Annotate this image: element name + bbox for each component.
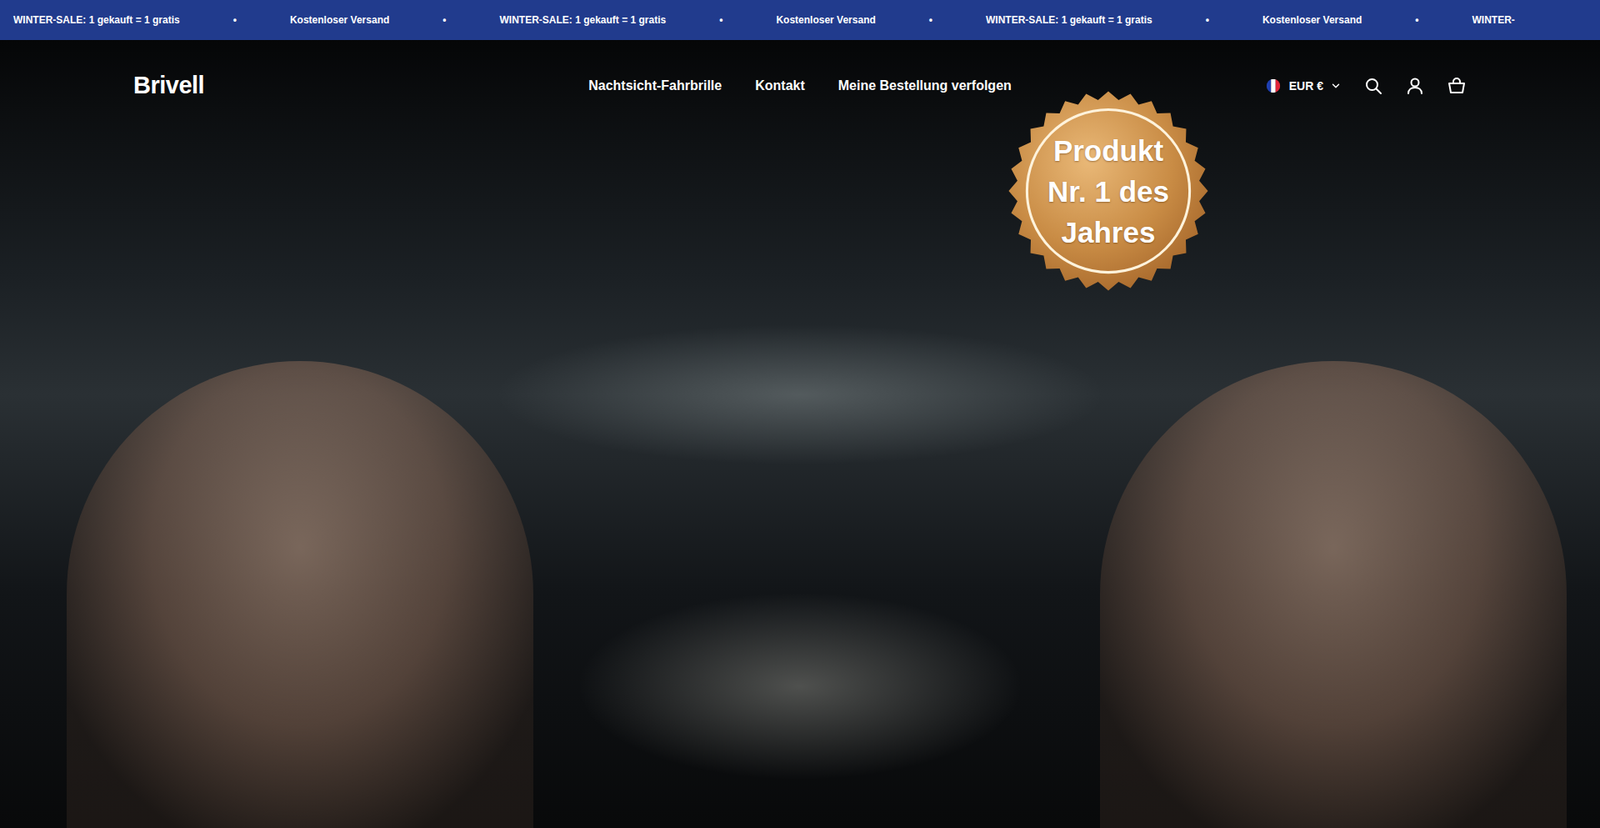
separator-dot: • bbox=[1205, 12, 1210, 28]
account-button[interactable] bbox=[1405, 75, 1425, 96]
nav-link-item[interactable]: Kontakt bbox=[755, 75, 805, 96]
basket-icon bbox=[1446, 75, 1467, 96]
badge-line: Produkt bbox=[1053, 130, 1164, 171]
award-badge: ProduktNr. 1 desJahres bbox=[1003, 89, 1214, 293]
cart-button[interactable] bbox=[1446, 75, 1467, 96]
badge-line: Nr. 1 des bbox=[1047, 170, 1170, 212]
separator-dot: • bbox=[233, 12, 237, 28]
header-inner: BrivellNachtsicht-Fahrbrille Kontakt Meine… bbox=[133, 40, 1467, 132]
hero-person bbox=[1100, 360, 1567, 828]
nav-link-item[interactable]: Meine Bestellung verfolgen bbox=[838, 75, 1012, 96]
hero-image: BrivellNachtsicht-Fahrbrille Kontakt Meine… bbox=[0, 40, 1600, 828]
user-icon bbox=[1405, 75, 1425, 96]
currency-label: EUR € bbox=[1289, 77, 1324, 95]
france-flag-icon bbox=[1264, 76, 1283, 95]
logo[interactable]: Brivell bbox=[133, 67, 589, 105]
separator-dot: • bbox=[1415, 12, 1419, 28]
announcement-track: WINTER-SALE: 1 gekauft = 1 gratis • Kosten… bbox=[0, 0, 1600, 40]
separator-dot: • bbox=[442, 12, 446, 28]
nav-link-item[interactable]: Nachtsicht-Fahrbrille bbox=[588, 75, 722, 96]
header-tools: EUR € bbox=[1264, 75, 1467, 96]
site-header: BrivellNachtsicht-Fahrbrille Kontakt Meine… bbox=[0, 40, 1600, 132]
announcement-item: Kostenloser Versand bbox=[290, 12, 390, 28]
announcement-item: WINTER-SALE: 1 gekauft = 1 gratis bbox=[500, 12, 667, 28]
separator-dot: • bbox=[719, 12, 723, 28]
currency-selector[interactable]: EUR € bbox=[1264, 76, 1342, 95]
announcement-item: WINTER- bbox=[1472, 12, 1515, 28]
announcement-item: WINTER-SALE: 1 gekauft = 1 gratis bbox=[985, 12, 1153, 28]
search-icon bbox=[1363, 75, 1384, 96]
badge-line: Jahres bbox=[1061, 211, 1156, 253]
main-nav: Nachtsicht-Fahrbrille Kontakt Meine Bestel… bbox=[588, 75, 1012, 96]
announcement-item: Kostenloser Versand bbox=[775, 12, 875, 28]
hero-person bbox=[66, 360, 534, 828]
badge-text: ProduktNr. 1 desJahres bbox=[1003, 89, 1214, 293]
announcement-bar: WINTER-SALE: 1 gekauft = 1 gratis • Kosten… bbox=[0, 0, 1600, 40]
announcement-item: WINTER-SALE: 1 gekauft = 1 gratis bbox=[13, 12, 180, 28]
separator-dot: • bbox=[929, 12, 933, 28]
announcement-item: Kostenloser Versand bbox=[1262, 12, 1362, 28]
search-button[interactable] bbox=[1363, 75, 1384, 96]
chevron-down-icon bbox=[1330, 80, 1342, 92]
